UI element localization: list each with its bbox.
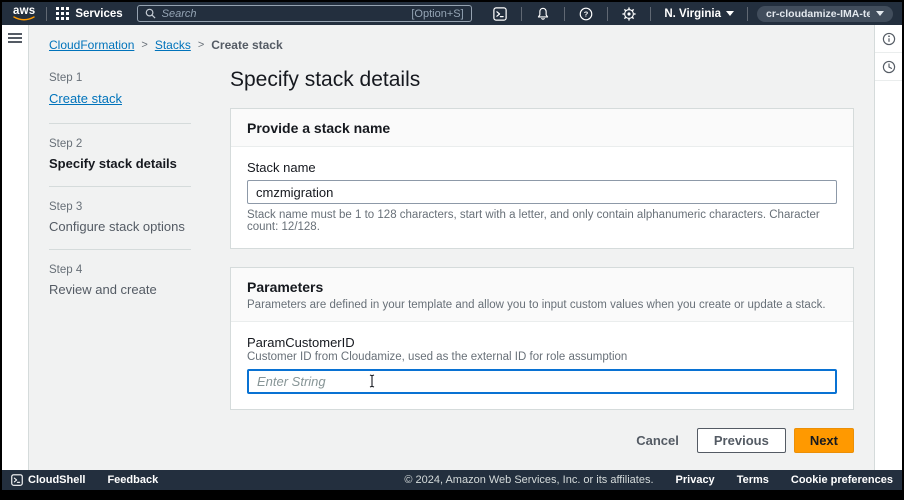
step-1-link[interactable]: Create stack (49, 91, 122, 106)
divider (46, 7, 47, 21)
top-navigation-bar: aws Services Search [Option+S] ? (2, 2, 902, 25)
cloudshell-terminal-icon (493, 7, 507, 21)
page-title: Specify stack details (230, 68, 854, 92)
cloudshell-terminal-icon (11, 474, 23, 486)
step-3-label: Configure stack options (49, 219, 209, 234)
region-label: N. Virginia (664, 8, 721, 20)
search-icon (145, 8, 156, 19)
settings-button[interactable] (617, 7, 641, 21)
divider (747, 7, 748, 21)
step-2-label-active: Specify stack details (49, 156, 209, 171)
app-grid-icon (56, 7, 69, 20)
menu-toggle-button[interactable] (8, 33, 22, 43)
top-nav-right-group: ? N. Virginia cr-cloudamize-IMA-test-mig… (488, 6, 893, 22)
main-row: CloudFormation > Stacks > Create stack S… (2, 25, 902, 470)
info-circle-icon (882, 32, 896, 46)
step-2-number: Step 2 (49, 138, 209, 150)
param-customer-id-input[interactable] (247, 369, 837, 394)
cancel-button[interactable]: Cancel (636, 433, 679, 448)
help-button[interactable]: ? (574, 7, 598, 21)
question-circle-icon: ? (579, 7, 593, 21)
step-4: Step 4 Review and create (49, 264, 209, 297)
wizard-step-nav: Step 1 Create stack Step 2 Specify stack… (49, 52, 209, 453)
previous-button[interactable]: Previous (697, 428, 786, 453)
wizard-actions: Cancel Previous Next (230, 428, 854, 453)
next-button[interactable]: Next (794, 428, 854, 453)
step-3-number: Step 3 (49, 201, 209, 213)
param-customer-id-description: Customer ID from Cloudamize, used as the… (247, 351, 837, 363)
parameters-panel: Parameters Parameters are defined in you… (230, 267, 854, 410)
search-shortcut: [Option+S] (411, 8, 463, 20)
aws-logo[interactable]: aws (13, 6, 35, 21)
content-area: CloudFormation > Stacks > Create stack S… (29, 25, 874, 470)
divider (564, 7, 565, 21)
divider (607, 7, 608, 21)
right-tools-rail (874, 25, 902, 470)
clock-icon (882, 60, 896, 74)
footer-cloudshell-label: CloudShell (28, 474, 85, 486)
aws-logo-text: aws (13, 6, 35, 16)
notifications-button[interactable] (531, 7, 555, 21)
stack-name-label: Stack name (247, 160, 837, 175)
screen: aws Services Search [Option+S] ? (0, 0, 904, 500)
footer-cookie-preferences-link[interactable]: Cookie preferences (791, 474, 893, 486)
param-customer-id-input-wrap (247, 369, 837, 394)
left-rail (2, 25, 29, 470)
step-4-label: Review and create (49, 282, 209, 297)
parameters-panel-header: Parameters Parameters are defined in you… (231, 268, 853, 322)
caret-down-icon (876, 11, 884, 16)
step-3: Step 3 Configure stack options (49, 201, 209, 234)
history-panel-button[interactable] (875, 53, 902, 81)
breadcrumb-separator: > (141, 39, 147, 51)
region-selector[interactable]: N. Virginia (664, 8, 734, 20)
footer-bar: CloudShell Feedback © 2024, Amazon Web S… (2, 470, 902, 490)
step-1-number: Step 1 (49, 72, 209, 84)
divider (521, 7, 522, 21)
account-label: cr-cloudamize-IMA-test-migrat... (766, 8, 870, 20)
parameters-panel-description: Parameters are defined in your template … (247, 299, 837, 311)
aws-smile-icon (13, 16, 35, 21)
stack-name-helper-text: Stack name must be 1 to 128 characters, … (247, 209, 837, 233)
parameters-panel-title: Parameters (247, 279, 837, 295)
stack-name-panel-body: Stack name Stack name must be 1 to 128 c… (231, 147, 853, 248)
footer-privacy-link[interactable]: Privacy (676, 474, 715, 486)
bell-icon (536, 7, 550, 21)
main-column: Specify stack details Provide a stack na… (230, 52, 854, 453)
breadcrumb-current: Create stack (211, 38, 282, 52)
aws-console-window: aws Services Search [Option+S] ? (2, 2, 902, 490)
content-columns: Step 1 Create stack Step 2 Specify stack… (49, 52, 854, 453)
divider (49, 249, 191, 250)
stack-name-input[interactable] (247, 180, 837, 204)
param-customer-id-label: ParamCustomerID (247, 335, 837, 350)
breadcrumb: CloudFormation > Stacks > Create stack (49, 25, 854, 52)
stack-name-panel-header: Provide a stack name (231, 109, 853, 147)
svg-text:?: ? (584, 9, 589, 18)
search-input[interactable]: Search [Option+S] (137, 5, 472, 22)
divider (49, 123, 191, 124)
footer-terms-link[interactable]: Terms (737, 474, 769, 486)
parameters-panel-body: ParamCustomerID Customer ID from Cloudam… (231, 322, 853, 409)
footer-copyright: © 2024, Amazon Web Services, Inc. or its… (404, 474, 653, 486)
step-4-number: Step 4 (49, 264, 209, 276)
breadcrumb-cloudformation[interactable]: CloudFormation (49, 38, 134, 52)
services-menu-button[interactable]: Services (56, 7, 122, 20)
footer-cloudshell-button[interactable]: CloudShell (11, 474, 85, 486)
caret-down-icon (726, 11, 734, 16)
search-placeholder: Search (162, 8, 197, 20)
cloudshell-button[interactable] (488, 7, 512, 21)
footer-right-group: © 2024, Amazon Web Services, Inc. or its… (404, 474, 893, 486)
gear-icon (622, 7, 636, 21)
step-1: Step 1 Create stack (49, 72, 209, 108)
info-panel-button[interactable] (875, 25, 902, 53)
divider (650, 7, 651, 21)
breadcrumb-stacks[interactable]: Stacks (155, 38, 191, 52)
account-menu-button[interactable]: cr-cloudamize-IMA-test-migrat... (757, 6, 893, 22)
divider (49, 186, 191, 187)
footer-feedback-button[interactable]: Feedback (107, 474, 158, 486)
stack-name-panel: Provide a stack name Stack name Stack na… (230, 108, 854, 249)
breadcrumb-separator: > (198, 39, 204, 51)
step-2: Step 2 Specify stack details (49, 138, 209, 171)
services-label: Services (75, 8, 122, 20)
stack-name-panel-title: Provide a stack name (247, 120, 837, 136)
